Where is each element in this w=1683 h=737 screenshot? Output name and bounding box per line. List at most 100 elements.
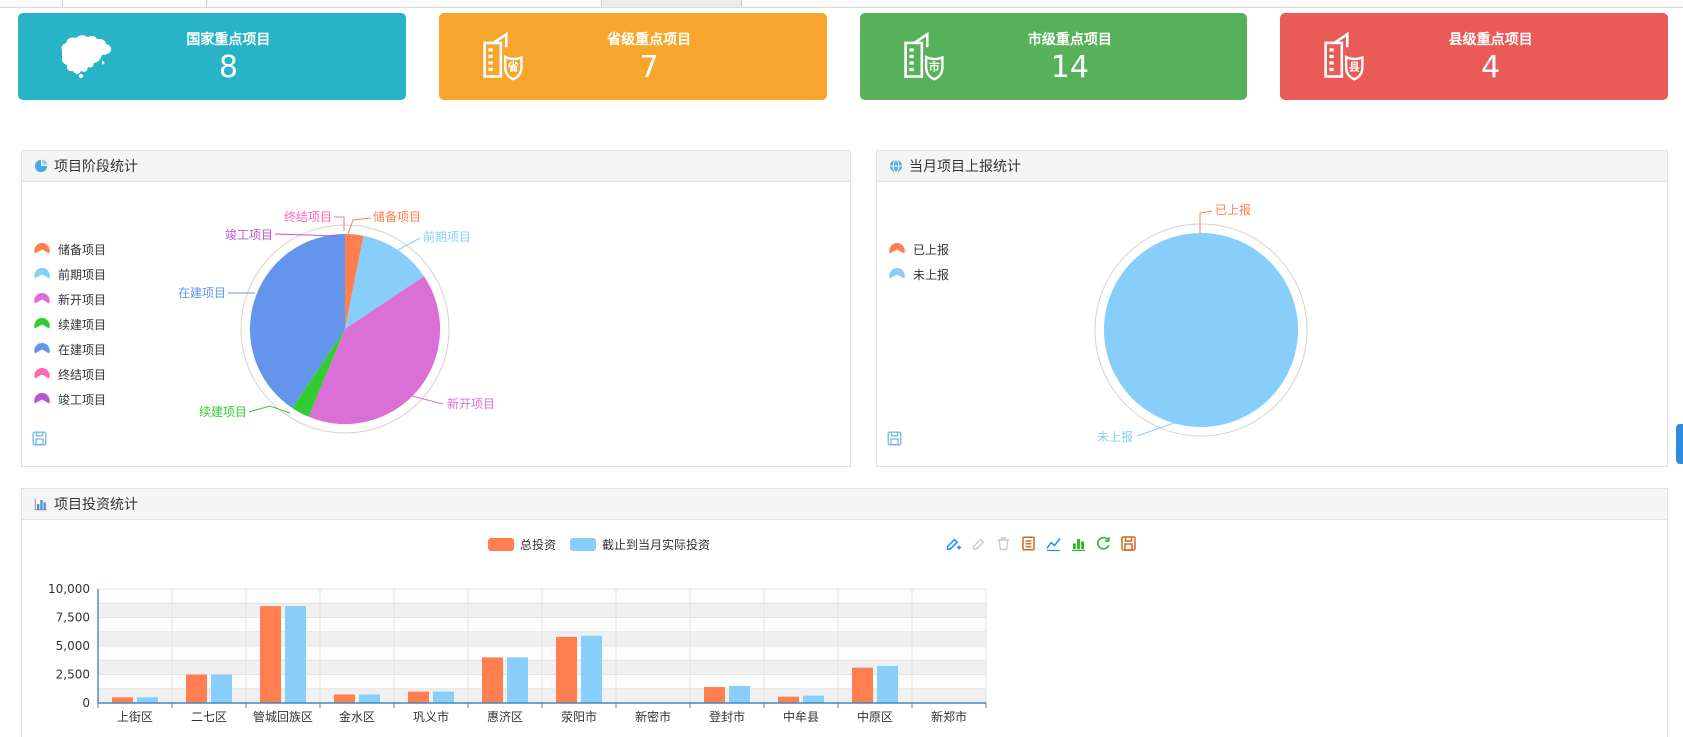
legend-item-总投资[interactable]: 总投资: [488, 536, 556, 553]
panel-header: 项目投资统计: [22, 489, 1667, 520]
data-view-icon[interactable]: [1020, 535, 1037, 552]
x-category-label: 中牟县: [783, 709, 819, 724]
panel-title: 当月项目上报统计: [909, 156, 1021, 176]
legend-label: 续建项目: [58, 316, 106, 333]
pie-label-line: [1200, 211, 1212, 233]
bar-截止到当月实际投资-登封市[interactable]: [729, 686, 750, 703]
save-image-icon[interactable]: [887, 431, 902, 446]
card-value: 14: [988, 52, 1153, 84]
legend-item-储备项目[interactable]: 储备项目: [33, 241, 106, 258]
card-label: 国家重点项目: [146, 29, 311, 49]
switch-line-chart-icon[interactable]: [1045, 535, 1062, 552]
x-category-label: 登封市: [709, 709, 745, 724]
restore-icon[interactable]: [1095, 535, 1112, 552]
legend-item-新开项目[interactable]: 新开项目: [33, 291, 106, 308]
scrollbar-thumb[interactable]: [1676, 424, 1683, 464]
pie-callout-label: 新开项目: [447, 396, 495, 411]
mark-line-clear-icon[interactable]: [995, 535, 1012, 552]
pie-swatch-icon: [888, 243, 906, 256]
svg-text:省: 省: [507, 59, 519, 73]
svg-text:市: 市: [928, 59, 939, 73]
bar-总投资-上街区[interactable]: [112, 697, 133, 703]
legend-item-前期项目[interactable]: 前期项目: [33, 266, 106, 283]
legend-item-终结项目[interactable]: 终结项目: [33, 366, 106, 383]
bar-截止到当月实际投资-二七区[interactable]: [211, 675, 232, 704]
bar-总投资-中原区[interactable]: [852, 668, 873, 703]
building-shield-county-icon: 县: [1280, 31, 1408, 83]
pie-callout-label: 未上报: [1097, 429, 1133, 444]
legend-label: 新开项目: [58, 291, 106, 308]
pie-chart-icon: [34, 159, 48, 173]
x-category-label: 新密市: [635, 709, 671, 724]
mark-line-add-icon[interactable]: [945, 535, 962, 552]
bar-截止到当月实际投资-荥阳市[interactable]: [581, 636, 602, 703]
series-swatch: [488, 538, 514, 551]
bar-总投资-二七区[interactable]: [186, 675, 207, 704]
legend-label: 在建项目: [58, 341, 106, 358]
pie-callout-label: 终结项目: [284, 209, 332, 224]
card-national-key-projects[interactable]: 国家重点项目 8: [18, 13, 406, 100]
bar-总投资-巩义市[interactable]: [408, 692, 429, 703]
pie-slice-未上报[interactable]: [1104, 233, 1298, 427]
bar-总投资-荥阳市[interactable]: [556, 637, 577, 703]
investment-bar-chart[interactable]: 10,0007,5005,0002,5000上街区二七区管城回族区金水区巩义市惠…: [22, 520, 1667, 737]
panel-header: 项目阶段统计: [22, 151, 850, 182]
save-image-icon[interactable]: [32, 431, 47, 446]
globe-icon: [889, 159, 903, 173]
mark-line-delete-icon[interactable]: [970, 535, 987, 552]
tab-edge[interactable]: [62, 0, 207, 7]
panel-project-stage: 项目阶段统计 储备项目前期项目新开项目续建项目在建项目终结项目竣工项目 终结项目…: [21, 150, 851, 467]
bar-总投资-管城回族区[interactable]: [260, 606, 281, 703]
switch-bar-chart-icon[interactable]: [1070, 535, 1087, 552]
pie-callout-label: 竣工项目: [225, 227, 273, 242]
legend-item-未上报[interactable]: 未上报: [888, 266, 949, 283]
legend-item-在建项目[interactable]: 在建项目: [33, 341, 106, 358]
bar-截止到当月实际投资-中牟县[interactable]: [803, 696, 824, 703]
bar-截止到当月实际投资-惠济区[interactable]: [507, 657, 528, 703]
panel-project-investment: 项目投资统计 总投资截止到当月实际投资: [21, 488, 1668, 737]
pie-label-line: [275, 234, 338, 236]
tab-edge[interactable]: [601, 0, 742, 7]
bar-截止到当月实际投资-管城回族区[interactable]: [285, 606, 306, 703]
legend-item-截止到当月实际投资[interactable]: 截止到当月实际投资: [570, 536, 710, 553]
legend-item-已上报[interactable]: 已上报: [888, 241, 949, 258]
bar-截止到当月实际投资-金水区[interactable]: [359, 694, 380, 703]
legend-item-竣工项目[interactable]: 竣工项目: [33, 391, 106, 408]
panel-monthly-report: 当月项目上报统计 已上报未上报 已上报未上报: [876, 150, 1668, 467]
x-category-label: 中原区: [857, 709, 893, 724]
bar-截止到当月实际投资-中原区[interactable]: [877, 666, 898, 703]
x-category-label: 巩义市: [413, 709, 449, 724]
project-stage-pie-chart[interactable]: 终结项目储备项目竣工项目前期项目在建项目新开项目续建项目: [22, 182, 850, 468]
bar-截止到当月实际投资-上街区[interactable]: [137, 697, 158, 703]
dashboard: 国家重点项目 8 省 省级重点项目 7: [0, 0, 1683, 737]
y-tick-label: 7,500: [56, 611, 90, 625]
x-category-label: 荥阳市: [561, 709, 597, 724]
monthly-report-pie-chart[interactable]: 已上报未上报: [877, 182, 1667, 468]
bar-截止到当月实际投资-巩义市[interactable]: [433, 692, 454, 703]
card-value: 7: [567, 52, 732, 84]
card-provincial-key-projects[interactable]: 省 省级重点项目 7: [439, 13, 827, 100]
x-category-label: 新郑市: [931, 709, 967, 724]
bar-总投资-金水区[interactable]: [334, 694, 355, 703]
pie-callout-label: 在建项目: [178, 286, 226, 300]
card-label: 省级重点项目: [567, 29, 732, 49]
x-category-label: 惠济区: [487, 709, 523, 724]
legend-label: 终结项目: [58, 366, 106, 383]
panel-header: 当月项目上报统计: [877, 151, 1667, 182]
card-municipal-key-projects[interactable]: 市 市级重点项目 14: [860, 13, 1248, 100]
legend-label: 总投资: [520, 536, 556, 553]
bar-总投资-惠济区[interactable]: [482, 657, 503, 703]
card-value: 8: [146, 52, 311, 84]
save-as-image-icon[interactable]: [1120, 535, 1137, 552]
legend-label: 前期项目: [58, 266, 106, 283]
y-tick-label: 0: [82, 696, 90, 710]
legend-item-续建项目[interactable]: 续建项目: [33, 316, 106, 333]
bar-总投资-中牟县[interactable]: [778, 697, 799, 703]
card-county-key-projects[interactable]: 县 县级重点项目 4: [1280, 13, 1668, 100]
pie-label-line: [249, 406, 290, 413]
china-map-icon: [18, 31, 146, 83]
bar-chart-icon: [34, 497, 48, 511]
legend-label: 未上报: [913, 266, 949, 283]
pie-label-line: [398, 238, 420, 250]
bar-总投资-登封市[interactable]: [704, 687, 725, 703]
